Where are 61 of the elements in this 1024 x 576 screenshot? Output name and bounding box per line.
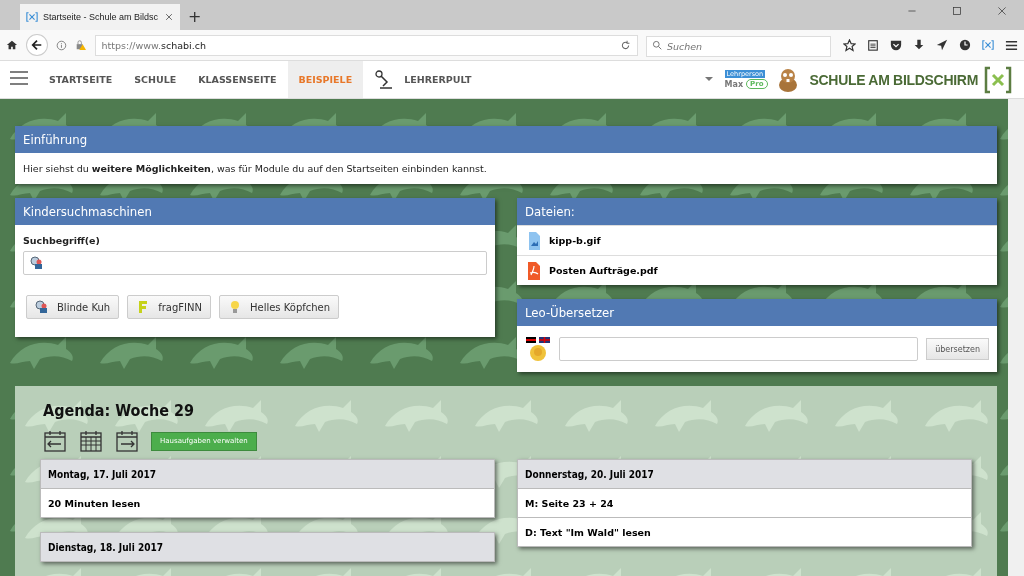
card-title: Leo-Übersetzer <box>517 299 997 326</box>
translate-input-field[interactable] <box>559 337 919 361</box>
search-field[interactable]: Suchen <box>646 35 831 57</box>
search-input-field[interactable] <box>23 251 487 275</box>
day-title: Donnerstag, 20. Juli 2017 <box>518 460 971 488</box>
bracket-x-icon[interactable] <box>982 39 994 51</box>
user-name: Max <box>724 79 744 89</box>
address-bar[interactable]: https://www.schabi.ch <box>94 34 638 56</box>
clock-icon[interactable] <box>959 39 971 51</box>
info-icon <box>55 39 67 51</box>
search-icon <box>652 39 662 50</box>
send-icon[interactable] <box>936 39 948 51</box>
back-arrow-icon <box>30 39 43 51</box>
clipboard-icon[interactable] <box>867 39 879 51</box>
translate-button[interactable]: übersetzen <box>926 338 989 360</box>
dropdown-caret-icon[interactable] <box>704 77 713 82</box>
close-icon[interactable] <box>164 12 174 22</box>
pocket-icon[interactable] <box>890 39 902 51</box>
search-engine-button[interactable]: fragFINN <box>127 295 211 319</box>
calendar-forward-icon[interactable] <box>115 429 139 453</box>
image-file-icon <box>527 231 541 250</box>
homework-entry: M: Seite 23 + 24 <box>518 488 971 517</box>
figure-icon <box>35 300 49 314</box>
new-tab-button[interactable]: + <box>188 7 202 26</box>
homework-entry: D: Text "Im Wald" lesen <box>518 517 971 546</box>
bracket-x-icon <box>26 11 38 23</box>
reload-icon[interactable] <box>620 39 631 51</box>
agenda-title: Agenda: Woche 29 <box>43 401 196 420</box>
logo-text[interactable]: SCHULE AM BILDSCHIRM <box>809 71 978 88</box>
card-title: Kindersuchmaschinen <box>15 198 495 225</box>
homework-entry: 20 Minuten lesen <box>41 488 494 517</box>
nav-item[interactable]: KLASSENSEITE <box>187 61 288 98</box>
file-link[interactable]: kipp-b.gif <box>549 235 601 246</box>
back-button[interactable] <box>25 34 48 56</box>
card-title: Dateien: <box>517 198 997 225</box>
star-icon[interactable] <box>843 38 856 52</box>
pdf-file-icon <box>527 261 541 280</box>
intro-text: Hier siehst du weitere Möglichkeiten, was für Module du auf den Startseiten einbinden kannst. <box>22 162 488 176</box>
file-link[interactable]: Posten Aufträge.pdf <box>549 265 658 276</box>
home-icon[interactable] <box>6 39 18 51</box>
desk-lamp-icon <box>374 69 395 90</box>
calendar-back-icon[interactable] <box>43 429 67 453</box>
calendar-grid-icon[interactable] <box>79 429 103 453</box>
download-icon[interactable] <box>913 39 925 51</box>
day-title: Dienstag, 18. Juli 2017 <box>41 533 494 561</box>
day-title: Montag, 17. Juli 2017 <box>41 460 494 488</box>
lock-warning-icon <box>74 39 87 51</box>
figure-icon <box>30 256 44 270</box>
browser-tab[interactable]: Startseite - Schule am Bildsc <box>20 4 180 30</box>
scrollbar[interactable] <box>1008 99 1024 576</box>
bracket-x-logo-icon[interactable] <box>984 65 1012 94</box>
search-engine-button[interactable]: Helles Köpfchen <box>218 295 340 319</box>
search-engine-button[interactable]: Blinde Kuh <box>26 295 120 319</box>
card-title: Einführung <box>15 126 997 153</box>
nav-item[interactable]: STARTSEITE <box>38 61 124 98</box>
nav-item[interactable]: SCHULE <box>123 61 188 98</box>
nav-item[interactable]: LEHRERPULT <box>363 61 483 98</box>
maximize-icon[interactable] <box>951 6 962 16</box>
field-label: Suchbegriff(e) <box>23 235 101 246</box>
close-icon[interactable] <box>996 6 1007 16</box>
menu-icon[interactable] <box>1005 38 1018 52</box>
